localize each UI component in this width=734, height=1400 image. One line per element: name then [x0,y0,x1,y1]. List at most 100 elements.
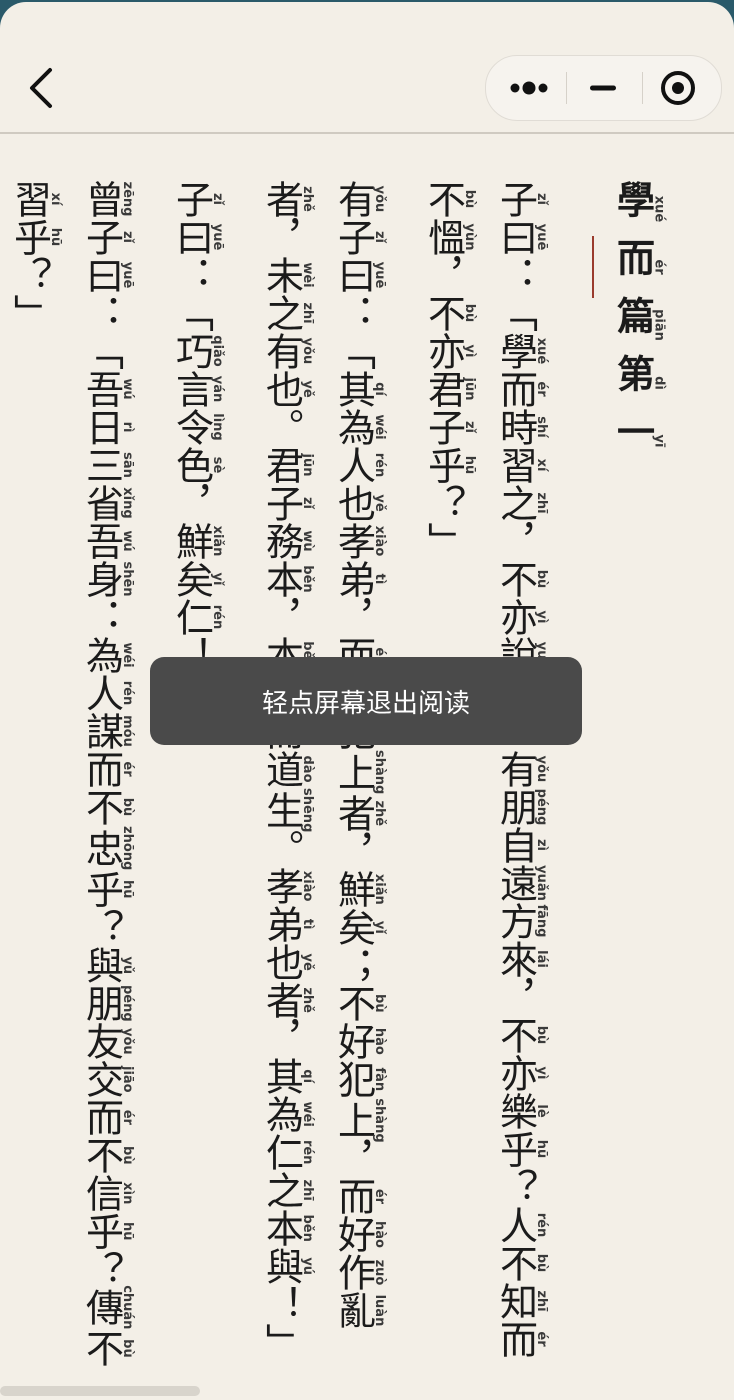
punctuation: 」 [421,522,466,560]
pinyin: tì [372,560,387,598]
ruby-char: 子zǐ [79,218,136,256]
ruby-char: 不bù [421,180,478,218]
pinyin: shí [534,408,549,446]
pinyin: lái [534,940,549,978]
pinyin: xí [534,446,549,484]
pinyin: hū [120,1212,135,1251]
ruby-char: 而ér [79,750,136,788]
ruby-char: 時shí [493,408,550,446]
pinyin: ér [372,1177,387,1216]
pinyin: yì [534,1054,549,1092]
pinyin: wéi [120,636,135,674]
pinyin: yǐ [210,560,225,598]
pinyin: yě [300,943,315,982]
pinyin: sān [120,446,135,484]
ruby-char: 作zuò [331,1253,388,1292]
exit-reading-toast: 轻点屏幕退出阅读 [150,657,582,745]
back-button[interactable] [24,64,64,112]
pinyin: ér [120,1098,135,1137]
pinyin: ér [120,750,135,788]
ruby-char: 子zǐ [421,408,478,446]
pinyin: yú [300,1247,315,1286]
punctuation: ， [493,522,538,560]
pinyin: ér [534,1320,549,1358]
pinyin: wéi [372,408,387,446]
punctuation: ， [259,1019,304,1058]
ruby-char: 子zǐ [259,484,316,522]
pinyin: sè [210,446,225,484]
pinyin: péng [534,788,549,826]
pinyin: yǒu [300,332,315,370]
pinyin: zǐ [300,484,315,522]
pinyin: yǒu [372,180,387,218]
ruby-char: 言yán [169,370,226,408]
ruby-char: 而ér [79,1098,136,1137]
reader-screen[interactable]: 學xué而ér篇piān第dì一yī 子zǐ曰yuē：「學xué而ér時shí習… [0,2,734,1400]
pinyin: yě [300,370,315,408]
punctuation: 」 [7,294,52,332]
pinyin: xiào [372,522,387,560]
pinyin: dì [651,354,667,412]
ruby-char: 亦yì [421,332,478,370]
ruby-char: 習xí [493,446,550,484]
ruby-char: 其qí [259,1057,316,1096]
pinyin: yuē [372,256,387,294]
ruby-char: 人rén [79,674,136,712]
pinyin: yán [210,370,225,408]
pinyin: yuǎn [534,864,549,902]
ruby-char: 謀móu [79,712,136,750]
pinyin: xiǎn [210,522,225,560]
title-divider [591,236,594,298]
pinyin: yǒu [120,1022,135,1061]
pinyin: yǐ [372,908,387,947]
ruby-char: 遠yuǎn [493,864,550,902]
horizontal-scrollbar[interactable] [0,1386,200,1396]
punctuation: ， [331,832,376,871]
ruby-char: 朋péng [79,984,136,1023]
pinyin: rén [120,674,135,712]
pinyin: jiāo [120,1060,135,1099]
pinyin: zhī [300,1171,315,1210]
ruby-char: 未wèi [259,256,316,294]
punctuation: 「 [169,294,214,332]
ruby-char: 習xí [7,180,64,218]
ruby-char: 學xué [493,332,550,370]
minimize-button[interactable] [580,56,628,120]
paragraph: 子zǐ曰yuē：「學xué而ér時shí習xí之zhī，不bù亦yì說yuè乎h… [408,180,552,1380]
ruby-char: 乎hū [79,870,136,909]
pinyin: hū [534,1130,549,1168]
ruby-char: 上shàng [331,1098,388,1143]
ruby-char: 犯fàn [331,1060,388,1099]
pinyin: ér [534,370,549,408]
pinyin: zhě [372,794,387,833]
capsule-divider [642,72,643,104]
ruby-char: 傳chuán [79,1285,136,1330]
pinyin: yuē [534,218,549,256]
more-button[interactable] [500,56,562,120]
mini-program-capsule [485,55,722,121]
close-button[interactable] [654,56,710,120]
toast-text: 轻点屏幕退出阅读 [261,688,470,719]
pinyin: yī [651,412,667,470]
ruby-char: 忠zhōng [79,826,136,871]
pinyin: hū [48,218,63,256]
pinyin: lìng [210,408,225,446]
ruby-char: 者zhě [331,794,388,833]
ruby-char: 乎hū [493,1130,550,1168]
ruby-char: 者zhě [259,981,316,1020]
pinyin: zēng [120,180,135,218]
pinyin: hū [462,446,477,484]
ruby-char: 亂luàn [331,1291,388,1330]
ruby-char: 不bù [79,788,136,826]
pinyin: zì [534,826,549,864]
punctuation: ： [493,256,538,294]
ruby-char: 有yǒu [259,332,316,370]
ruby-char: 君jūn [421,370,478,408]
pinyin: yǔ [120,946,135,985]
ruby-char: 仁rén [259,1133,316,1172]
pinyin: rén [300,1133,315,1172]
pinyin: xìn [120,1174,135,1213]
pinyin: fāng [534,902,549,940]
ruby-char: 為wéi [259,1095,316,1134]
pinyin: yuē [120,256,135,294]
